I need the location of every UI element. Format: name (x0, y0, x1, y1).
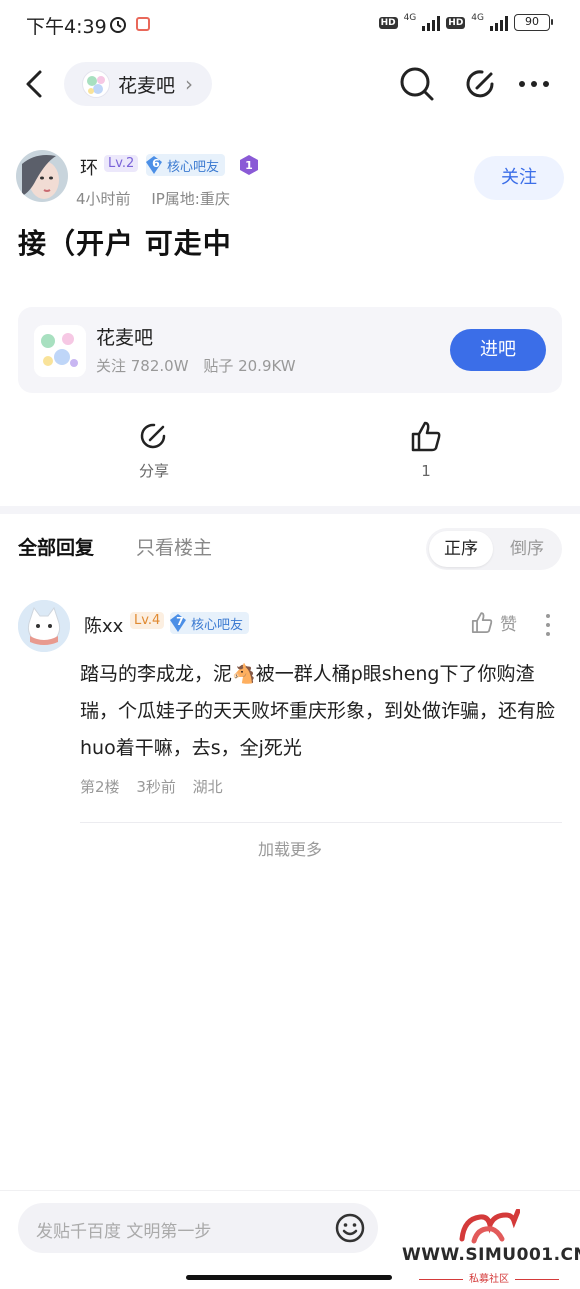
bottom-bar: 发贴千百度 文明第一步 WWW.SIMU001.CN 私募社区 (0, 1190, 580, 1289)
share-button[interactable]: 分享 (104, 420, 204, 481)
reply-text-start: 踏马的李成龙，泥 (80, 663, 233, 685)
reply-like-button[interactable]: 赞 (470, 610, 517, 635)
more-options-icon[interactable] (514, 64, 554, 104)
reply-author-avatar[interactable] (18, 600, 70, 652)
reply-divider (80, 822, 562, 823)
reply-author-name[interactable]: 陈xx (84, 612, 123, 638)
status-bar: 下午4:39 HD 4G HD 4G 90 (0, 0, 580, 50)
enter-forum-button[interactable]: 进吧 (450, 329, 546, 371)
watermark-emblem-icon (459, 1209, 520, 1244)
battery-icon: 90 (514, 14, 553, 31)
reply-tabs: 全部回复 只看楼主 正序 倒序 (0, 524, 580, 574)
reply-time: 3秒前 (136, 778, 176, 796)
core-badge-level: 6 (152, 157, 160, 170)
more-vertical-icon[interactable] (540, 612, 556, 638)
sort-descending[interactable]: 倒序 (495, 531, 559, 567)
core-member-badge: 6 核心吧友 (146, 154, 226, 176)
share-label: 分享 (138, 462, 169, 480)
core-badge-level: 7 (176, 615, 184, 628)
reply-body: 踏马的李成龙，泥🐴被一群人桶p眼sheng下了你购渣瑞，个瓜娃子的天天败坏重庆形… (80, 656, 564, 767)
reply-meta: 第2楼 3秒前 湖北 (80, 776, 223, 797)
author-name[interactable]: 环 (80, 154, 98, 180)
reply-location: 湖北 (192, 778, 223, 796)
forum-name: 花麦吧 (118, 74, 176, 97)
thumbs-up-icon (471, 611, 493, 633)
hd-icon: HD (378, 16, 398, 29)
notification-app-icon (136, 17, 150, 31)
forum-stats: 关注 782.0W 贴子 20.9KW (96, 355, 296, 376)
author-avatar[interactable] (16, 150, 68, 202)
network-type-label: 4G (471, 12, 484, 23)
signal-icon (490, 15, 508, 31)
chevron-right-icon: › (185, 72, 194, 96)
back-icon[interactable] (20, 66, 52, 102)
forum-card-name: 花麦吧 (96, 327, 154, 349)
post-title: 接（开户 可走中 (18, 227, 232, 260)
home-indicator[interactable] (186, 1275, 392, 1280)
like-count: 1 (421, 462, 431, 480)
sort-ascending[interactable]: 正序 (429, 531, 493, 567)
core-badge-label: 核心吧友 (191, 617, 244, 633)
signal-icon (422, 15, 441, 31)
tab-op-only[interactable]: 只看楼主 (136, 533, 212, 560)
post-actions: 分享 1 (0, 420, 580, 490)
edit-post-icon[interactable] (462, 64, 502, 104)
post-ip-location: IP属地:重庆 (151, 190, 230, 208)
emoji-icon[interactable] (334, 1212, 366, 1244)
level-badge: Lv.2 (104, 155, 139, 172)
reply-item: 陈xx Lv.4 7 核心吧友 赞 踏马的李成龙，泥🐴被一群人桶p眼sheng下… (0, 598, 580, 828)
network-type-label: 4G (403, 12, 417, 23)
forum-card[interactable]: 花麦吧 关注 782.0W 贴子 20.9KW 进吧 (18, 307, 562, 393)
like-button[interactable]: 1 (376, 420, 476, 480)
load-more-button[interactable]: 加载更多 (0, 836, 580, 860)
compose-input[interactable]: 发贴千百度 文明第一步 (18, 1203, 378, 1253)
post-meta: 4小时前 IP属地:重庆 (76, 188, 230, 209)
level-badge: Lv.4 (130, 612, 165, 629)
status-indicators: HD 4G HD 4G 90 (378, 12, 553, 31)
reply-floor: 第2楼 (80, 778, 120, 796)
tab-all-replies[interactable]: 全部回复 (18, 533, 94, 560)
reply-like-label: 赞 (500, 615, 517, 635)
post-author-header: 环 Lv.2 6 核心吧友 1 4小时前 IP属地:重庆 关注 (16, 150, 564, 210)
horse-emoji: 🐴 (232, 663, 256, 685)
core-badge-label: 核心吧友 (167, 159, 220, 175)
sort-toggle: 正序 倒序 (426, 528, 562, 570)
forum-followers: 关注 782.0W (96, 357, 189, 375)
compose-placeholder: 发贴千百度 文明第一步 (36, 1222, 212, 1242)
status-time: 下午4:39 (26, 16, 107, 38)
top-navigation: 花麦吧 › (0, 56, 580, 112)
share-icon (140, 423, 166, 449)
medal-icon: 1 (240, 155, 258, 175)
core-member-badge: 7 核心吧友 (170, 612, 250, 634)
forum-logo-icon (82, 70, 110, 98)
forum-chip[interactable]: 花麦吧 › (64, 62, 212, 106)
forum-posts: 贴子 20.9KW (203, 357, 296, 375)
medal-number: 1 (245, 159, 253, 172)
follow-button[interactable]: 关注 (474, 156, 564, 200)
hd-icon: HD (446, 16, 466, 29)
watermark-logo: WWW.SIMU001.CN 私募社区 (402, 1209, 580, 1289)
watermark-label: 私募社区 (402, 1270, 576, 1285)
search-icon[interactable] (397, 64, 437, 104)
watermark-site: WWW.SIMU001.CN (402, 1245, 580, 1265)
forum-logo-icon (34, 325, 86, 377)
post-time: 4小时前 (76, 190, 131, 208)
thumbs-up-icon (411, 421, 441, 452)
alarm-icon (110, 17, 126, 33)
section-divider (0, 506, 580, 514)
